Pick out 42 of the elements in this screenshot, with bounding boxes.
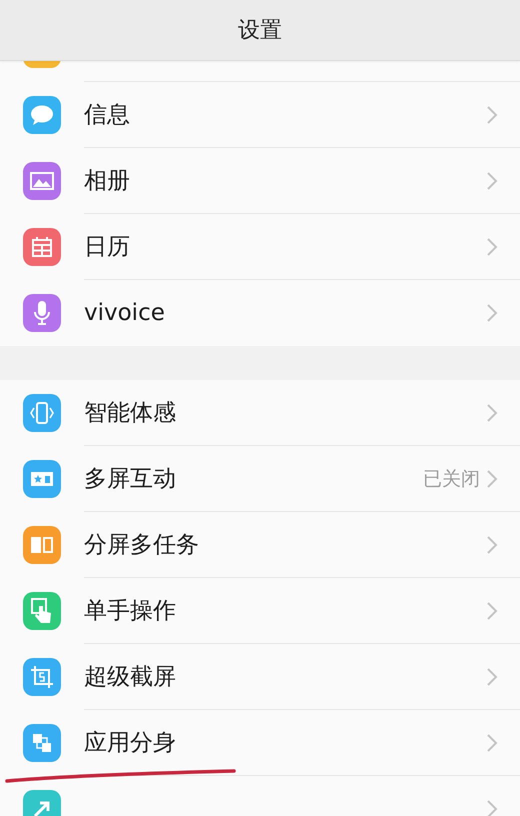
row-label: 单手操作 bbox=[84, 597, 177, 626]
screenshot-frame-icon bbox=[30, 665, 54, 689]
row-label: 分屏多任务 bbox=[84, 531, 200, 560]
row-label: 智能体感 bbox=[84, 399, 177, 428]
chevron-right-icon bbox=[486, 170, 498, 190]
hand-touch-icon bbox=[30, 598, 54, 624]
overlapping-squares-icon bbox=[31, 732, 53, 754]
settings-row[interactable]: 多屏互动 已关闭 bbox=[0, 446, 520, 512]
settings-row[interactable]: vivoice bbox=[0, 280, 520, 346]
microphone-icon bbox=[32, 300, 52, 326]
row-label: 相册 bbox=[84, 167, 131, 196]
settings-row[interactable]: 分屏多任务 bbox=[0, 512, 520, 578]
settings-row[interactable]: 日历 bbox=[0, 214, 520, 280]
row-label: 超级截屏 bbox=[84, 663, 177, 692]
page-title: 设置 bbox=[238, 17, 282, 45]
chevron-right-icon bbox=[486, 104, 498, 124]
chevron-right-icon bbox=[486, 236, 498, 256]
chevron-right-icon bbox=[486, 402, 498, 422]
chevron-right-icon bbox=[486, 799, 498, 816]
chevron-right-icon bbox=[486, 468, 498, 488]
row-label: 日历 bbox=[84, 233, 131, 262]
chevron-right-icon bbox=[486, 666, 498, 686]
chevron-right-icon bbox=[486, 534, 498, 554]
split-panels-icon bbox=[30, 536, 54, 554]
calendar-icon bbox=[31, 236, 53, 258]
chevron-right-icon bbox=[486, 600, 498, 620]
phone-rotate-icon bbox=[29, 401, 55, 425]
chat-bubble-icon bbox=[30, 104, 54, 126]
settings-row[interactable]: 超级截屏 bbox=[0, 644, 520, 710]
settings-row[interactable]: 智能体感 bbox=[0, 380, 520, 446]
row-label: 应用分身 bbox=[84, 729, 177, 758]
settings-row[interactable]: 应用分身 bbox=[0, 710, 520, 776]
chevron-right-icon bbox=[486, 303, 498, 323]
settings-row[interactable]: 信息 bbox=[0, 82, 520, 148]
settings-row[interactable]: 相册 bbox=[0, 148, 520, 214]
row-label: 多屏互动 bbox=[84, 465, 177, 494]
settings-row[interactable]: 单手操作 bbox=[0, 578, 520, 644]
row-label: 信息 bbox=[84, 101, 131, 130]
row-value: 已关闭 bbox=[423, 466, 480, 492]
image-icon bbox=[30, 171, 54, 191]
chevron-right-icon bbox=[486, 732, 498, 752]
row-label: vivoice bbox=[84, 300, 166, 326]
